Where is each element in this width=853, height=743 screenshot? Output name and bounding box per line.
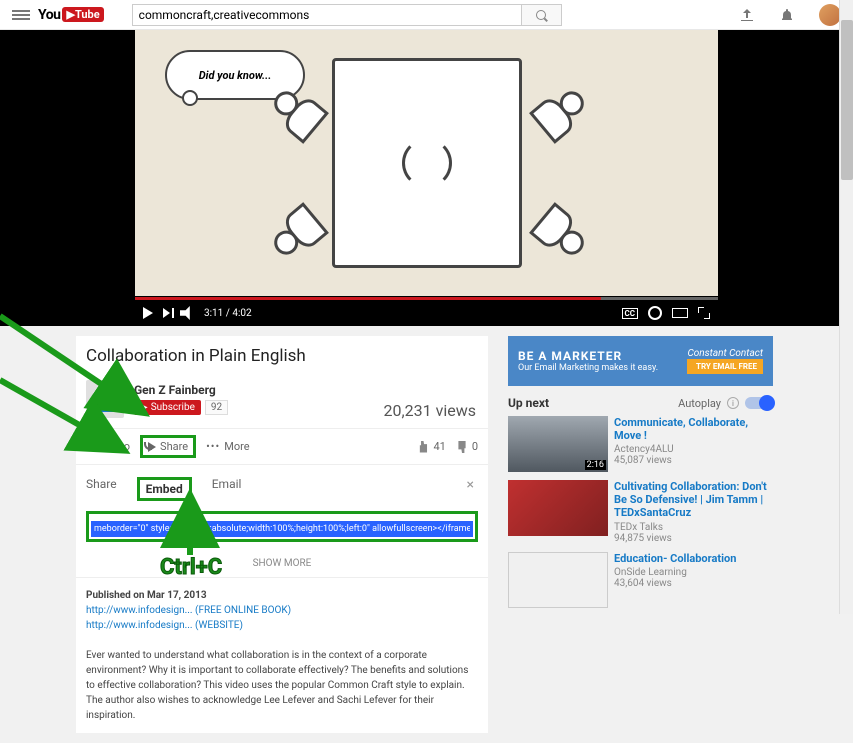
rec-views: 94,875 views: [614, 533, 773, 544]
recommendation-item[interactable]: Education- Collaboration OnSide Learning…: [508, 552, 773, 608]
ad-banner[interactable]: BE A MARKETER Our Email Marketing makes …: [508, 336, 773, 386]
view-count: 20,231 views: [384, 401, 476, 420]
more-button[interactable]: More: [206, 440, 249, 453]
top-bar: You ▶ Tube: [0, 0, 853, 30]
next-icon[interactable]: [163, 308, 170, 318]
desc-body: Ever wanted to understand what collabora…: [86, 648, 478, 723]
video-figure: [261, 193, 339, 270]
fullscreen-icon[interactable]: [698, 307, 710, 319]
upnext-label: Up next: [508, 396, 549, 410]
like-section: 41 0: [417, 440, 478, 453]
theater-mode-icon[interactable]: [672, 308, 688, 318]
cc-icon[interactable]: CC: [622, 308, 638, 319]
user-avatar[interactable]: [819, 4, 841, 26]
rec-views: 45,087 views: [614, 455, 773, 466]
rec-meta: Communicate, Collaborate, Move ! Actency…: [614, 416, 773, 472]
search-input[interactable]: [132, 4, 522, 26]
share-button[interactable]: Share: [140, 435, 196, 458]
rec-title: Cultivating Collaboration: Don't Be So D…: [614, 480, 773, 520]
rec-channel: Actency4ALU: [614, 444, 773, 455]
youtube-logo[interactable]: You ▶ Tube: [38, 7, 104, 23]
video-player: Did you know... 3:11 / 4:02 CC: [0, 30, 853, 326]
video-figure: [519, 77, 597, 154]
recommendation-item[interactable]: Cultivating Collaboration: Don't Be So D…: [508, 480, 773, 544]
ad-title: BE A MARKETER: [518, 349, 658, 363]
embed-code-input[interactable]: [91, 521, 473, 537]
desc-link-2[interactable]: http://www.infodesign... (WEBSITE): [86, 618, 478, 633]
info-icon[interactable]: i: [727, 397, 739, 409]
thumb-up-icon: [417, 441, 429, 453]
controls-right: CC: [622, 306, 710, 320]
page-scrollbar[interactable]: [839, 0, 853, 614]
search-button[interactable]: [522, 4, 562, 26]
upnext-header: Up next Autoplay i: [508, 396, 773, 410]
main-column: Collaboration in Plain English 👤 Gen Z F…: [76, 336, 488, 733]
rec-channel: OnSide Learning: [614, 567, 736, 578]
dislike-button[interactable]: 0: [456, 440, 478, 453]
ad-cta-button[interactable]: TRY EMAIL FREE: [687, 359, 763, 374]
settings-gear-icon[interactable]: [648, 306, 662, 320]
plus-icon: [86, 439, 94, 455]
autoplay-toggle[interactable]: [745, 397, 773, 409]
dots-icon: [206, 440, 220, 453]
volume-icon[interactable]: [180, 306, 194, 320]
rec-thumbnail: 2:16: [508, 416, 608, 472]
ad-subtitle: Our Email Marketing makes it easy.: [518, 363, 658, 373]
share-tabs: Share Embed Email ×: [86, 473, 478, 505]
add-to-button[interactable]: Add to: [86, 439, 130, 455]
video-title: Collaboration in Plain English: [86, 346, 478, 366]
play-icon[interactable]: [143, 307, 153, 319]
hamburger-icon[interactable]: [12, 8, 30, 22]
embed-input-highlight: [86, 511, 478, 542]
recommendation-item[interactable]: 2:16 Communicate, Collaborate, Move ! Ac…: [508, 416, 773, 472]
rec-duration: 2:16: [585, 460, 606, 470]
video-description: Published on Mar 17, 2013 http://www.inf…: [76, 578, 488, 733]
ad-brand: Constant Contact: [687, 348, 763, 359]
sidebar: BE A MARKETER Our Email Marketing makes …: [508, 336, 773, 733]
scrollbar-thumb[interactable]: [841, 20, 853, 180]
share-panel: Share Embed Email ×: [76, 465, 488, 550]
rec-title: Education- Collaboration: [614, 552, 736, 565]
email-tab[interactable]: Email: [212, 477, 242, 501]
rec-views: 43,604 views: [614, 578, 736, 589]
upload-icon[interactable]: [739, 7, 755, 23]
cycle-icon: [402, 138, 452, 188]
video-content[interactable]: Did you know...: [135, 30, 718, 296]
below-player: Collaboration in Plain English 👤 Gen Z F…: [0, 326, 853, 743]
autoplay-label: Autoplay: [678, 397, 721, 410]
like-button[interactable]: 41: [417, 440, 445, 453]
logo-you: You: [38, 7, 60, 23]
thumb-down-icon: [456, 441, 468, 453]
search-form: [132, 4, 562, 26]
title-row: Collaboration in Plain English: [76, 336, 488, 376]
autoplay-control: Autoplay i: [678, 397, 773, 410]
channel-row: 👤 Gen Z Fainberg ▶ Subscribe 92 20,231 v…: [76, 376, 488, 428]
show-more-button[interactable]: SHOW MORE: [76, 550, 488, 578]
rec-channel: TEDx Talks: [614, 522, 773, 533]
channel-avatar[interactable]: 👤: [86, 380, 124, 418]
action-row: Add to Share More 41 0: [76, 428, 488, 465]
rec-thumbnail: [508, 480, 608, 536]
desc-link-1[interactable]: http://www.infodesign... (FREE ONLINE BO…: [86, 603, 478, 618]
notifications-icon[interactable]: [779, 7, 795, 23]
embed-tab[interactable]: Embed: [137, 477, 192, 501]
search-icon: [536, 10, 546, 20]
video-table-graphic: [332, 58, 522, 268]
player-controls: 3:11 / 4:02 CC: [135, 300, 718, 326]
logo-tube: ▶ Tube: [62, 7, 103, 22]
rec-title: Communicate, Collaborate, Move !: [614, 416, 773, 442]
subscriber-count: 92: [205, 400, 228, 415]
share-arrow-icon: [148, 442, 156, 452]
rec-meta: Education- Collaboration OnSide Learning…: [614, 552, 736, 608]
subscribe-button[interactable]: ▶ Subscribe: [134, 400, 201, 415]
close-icon[interactable]: ×: [467, 477, 474, 493]
share-tab[interactable]: Share: [86, 477, 117, 501]
time-display: 3:11 / 4:02: [204, 308, 252, 319]
publish-date: Published on Mar 17, 2013: [86, 588, 478, 603]
rec-thumbnail: [508, 552, 608, 608]
top-right-actions: [739, 4, 841, 26]
rec-meta: Cultivating Collaboration: Don't Be So D…: [614, 480, 773, 544]
video-figure: [519, 193, 597, 270]
channel-name[interactable]: Gen Z Fainberg: [134, 383, 478, 397]
